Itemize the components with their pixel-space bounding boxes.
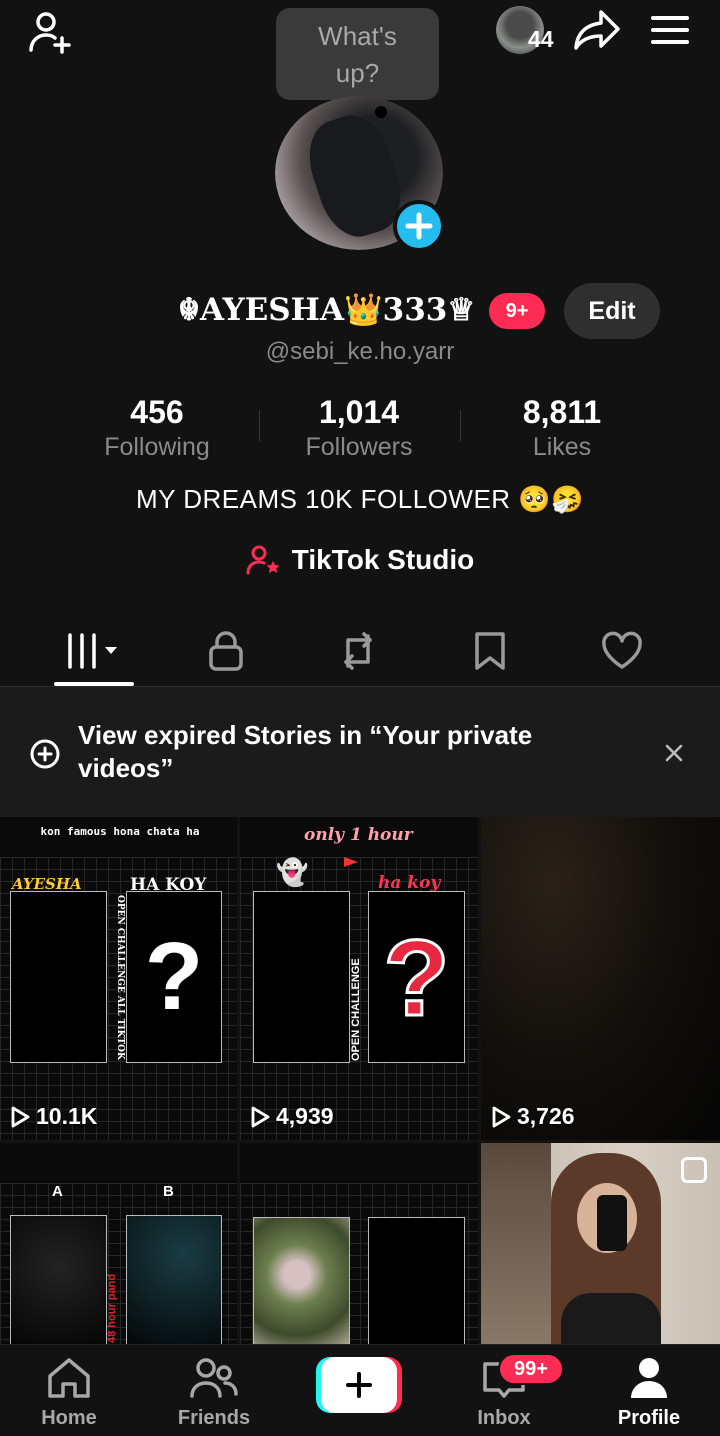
- add-friend-button[interactable]: [24, 6, 76, 58]
- videos-grid-icon: [68, 633, 117, 669]
- profile-icon: [631, 1358, 667, 1398]
- view-count: 3,726: [491, 1103, 575, 1130]
- status-bubble[interactable]: What's up?: [276, 8, 439, 100]
- hamburger-icon: [651, 16, 689, 44]
- repost-icon: [344, 632, 372, 670]
- notification-badge[interactable]: 9+: [489, 293, 545, 329]
- story-avatar-button[interactable]: 44: [496, 6, 568, 54]
- expired-stories-banner[interactable]: View expired Stories in “Your private vi…: [0, 687, 720, 817]
- plus-icon: [405, 212, 433, 240]
- story-plus-icon: [30, 739, 60, 769]
- name-row: ☬AYESHA👑333♕ 9+ Edit: [0, 283, 720, 341]
- plus-icon: [346, 1372, 372, 1398]
- inbox-badge: 99+: [498, 1353, 564, 1385]
- tab-liked[interactable]: [556, 616, 688, 686]
- caption-top: only 1 hour: [304, 825, 413, 845]
- tab-private[interactable]: [160, 616, 292, 686]
- stat-likes[interactable]: 8,811 Likes: [462, 392, 662, 462]
- content-tabs: [0, 616, 720, 686]
- stat-divider: [460, 410, 461, 442]
- add-story-button[interactable]: [393, 200, 445, 252]
- story-count: 44: [528, 26, 554, 52]
- edit-button[interactable]: Edit: [564, 283, 660, 339]
- lock-icon: [209, 631, 243, 671]
- play-icon: [11, 1106, 30, 1127]
- share-arrow-icon: [574, 10, 620, 50]
- create-button[interactable]: [316, 1357, 402, 1413]
- label-a: A: [52, 1183, 63, 1200]
- video-thumbnail[interactable]: [481, 1143, 720, 1345]
- view-count: 4,939: [250, 1103, 334, 1130]
- profile-avatar[interactable]: [275, 96, 445, 252]
- heart-icon: [602, 631, 642, 669]
- right-label: ha koy: [378, 873, 441, 893]
- side-text: 48 hour pand: [106, 1273, 118, 1343]
- tab-favorites[interactable]: [424, 616, 556, 686]
- side-text: OPEN CHALLENGE ALL TIKTOK: [115, 895, 125, 1060]
- tiktok-studio-button[interactable]: TikTok Studio: [0, 544, 720, 576]
- nav-home[interactable]: Home: [9, 1345, 129, 1436]
- close-icon: [665, 744, 683, 762]
- video-thumbnail[interactable]: [240, 1143, 478, 1345]
- menu-button[interactable]: [646, 8, 694, 52]
- handle: @sebi_ke.ho.yarr: [265, 338, 455, 365]
- nav-friends[interactable]: Friends: [154, 1345, 274, 1436]
- friends-icon: [190, 1358, 238, 1398]
- video-thumbnail[interactable]: kon famous hona chata ha AYESHA HA KOY ?…: [0, 817, 237, 1140]
- label-b: B: [163, 1183, 174, 1200]
- bio: MY DREAMS 10K FOLLOWER 🥺🤧: [135, 484, 585, 514]
- tab-reposts[interactable]: [292, 616, 424, 686]
- view-count: 10.1K: [10, 1103, 97, 1130]
- nav-profile[interactable]: Profile: [589, 1345, 709, 1436]
- side-text: OPEN CHALLENGE: [350, 958, 362, 1061]
- bookmark-icon: [475, 632, 505, 670]
- home-icon: [48, 1358, 90, 1398]
- studio-icon: [246, 545, 280, 575]
- display-name: ☬AYESHA👑333♕: [178, 292, 476, 328]
- video-grid: kon famous hona chata ha AYESHA HA KOY ?…: [0, 817, 720, 1345]
- banner-close-button[interactable]: [656, 735, 692, 771]
- multi-photo-icon: [681, 1157, 707, 1183]
- person-plus-icon: [29, 12, 71, 54]
- video-thumbnail[interactable]: only 1 hour 👻 ha koy ? OPEN CHALLENGE 4,…: [240, 817, 478, 1140]
- banner-text: View expired Stories in “Your private vi…: [78, 720, 533, 783]
- video-thumbnail[interactable]: 3,726: [481, 817, 720, 1140]
- stat-followers[interactable]: 1,014 Followers: [259, 392, 459, 462]
- stat-following[interactable]: 456 Following: [57, 392, 257, 462]
- play-icon: [492, 1106, 511, 1127]
- ghost-icon: 👻: [276, 857, 309, 887]
- caption-top: kon famous hona chata ha: [40, 825, 200, 838]
- share-button[interactable]: [572, 6, 622, 54]
- play-icon: [251, 1106, 270, 1127]
- tab-videos[interactable]: [28, 616, 160, 686]
- bottom-navigation: Home Friends Inbox 99+ Profile: [0, 1344, 720, 1436]
- video-thumbnail[interactable]: A B 48 hour pand: [0, 1143, 237, 1345]
